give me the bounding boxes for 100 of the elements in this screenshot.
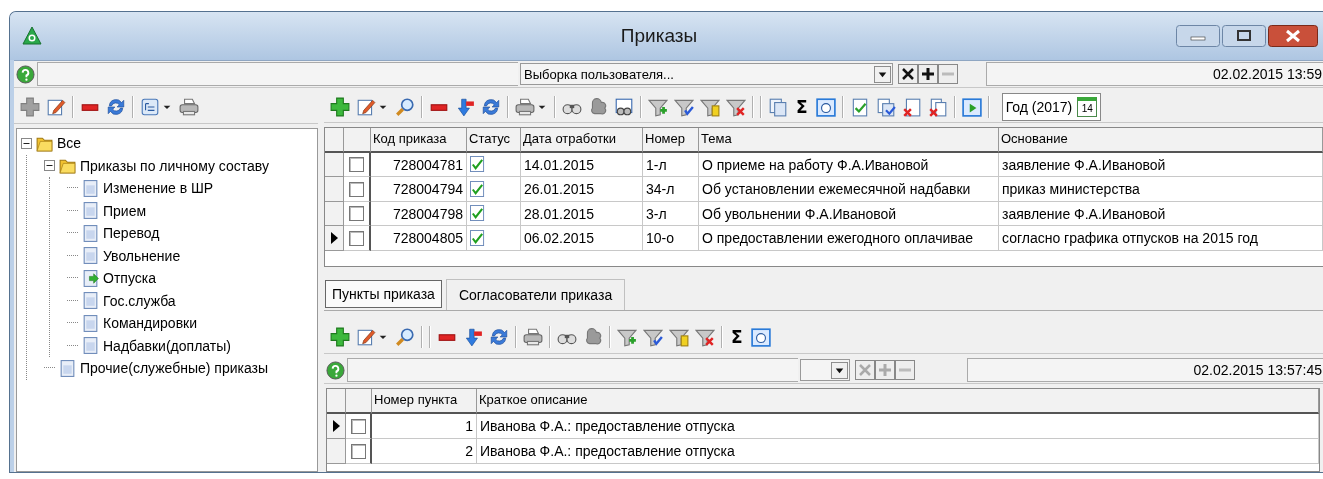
tree-item[interactable]: Приказы по личному составу: [80, 157, 269, 174]
funnel-plus-icon[interactable]: [617, 327, 637, 347]
checkbox[interactable]: [349, 181, 364, 197]
binoculars-icon[interactable]: [614, 96, 634, 117]
clear-icon[interactable]: [898, 64, 918, 84]
funnel-check-icon[interactable]: [643, 327, 663, 347]
column-header[interactable]: Дата отработки: [521, 128, 643, 153]
tree-item[interactable]: Перевод: [103, 225, 160, 242]
table-cell: заявление Ф.А.Ивановой: [999, 201, 1323, 227]
table-cell: согласно графика отпусков на 2015 год: [999, 226, 1323, 251]
expander-icon[interactable]: [44, 160, 55, 172]
column-header[interactable]: Статус: [467, 128, 521, 153]
column-header[interactable]: Тема: [699, 128, 999, 153]
dropdown-button[interactable]: [831, 361, 848, 379]
header-cell: [327, 389, 346, 414]
funnel-x-icon[interactable]: [695, 327, 715, 347]
expander-icon[interactable]: [21, 137, 32, 149]
help-icon[interactable]: [326, 360, 345, 380]
table-cell: 2: [372, 439, 477, 464]
window-title: Приказы: [619, 25, 699, 47]
tree-item[interactable]: Отпуска: [103, 270, 156, 287]
checkbox[interactable]: [350, 418, 366, 434]
filter-field[interactable]: [37, 62, 518, 86]
checkbox[interactable]: [350, 443, 366, 459]
tree-item[interactable]: Прием: [103, 202, 147, 219]
preview-icon[interactable]: [750, 327, 771, 347]
arrow-down-icon[interactable]: [463, 327, 483, 347]
selection-dropdown[interactable]: Выборка пользователя...: [520, 63, 893, 85]
document-icon: [81, 313, 100, 333]
table-cell: Об установлении ежемесячной надбавки: [699, 177, 999, 202]
documents-icon[interactable]: [768, 96, 788, 117]
document-icon: [81, 178, 100, 198]
plus-icon[interactable]: [918, 64, 938, 84]
column-header[interactable]: Номер пункта: [372, 389, 477, 414]
list-icon[interactable]: [140, 97, 160, 117]
document-x-icon[interactable]: [901, 96, 922, 117]
close-button[interactable]: [1268, 25, 1318, 47]
period-field[interactable]: Год (2017) 14: [1001, 92, 1102, 121]
search-icon[interactable]: [395, 327, 415, 347]
table-cell: 28.01.2015: [521, 201, 643, 227]
arrow-down-icon[interactable]: [455, 96, 475, 117]
document-icon: [81, 336, 100, 356]
refresh-icon[interactable]: [481, 96, 501, 117]
table-cell: 06.02.2015: [521, 226, 643, 251]
tab[interactable]: Пункты приказа: [325, 280, 442, 308]
row-indicator[interactable]: [327, 414, 346, 439]
sum-button[interactable]: Σ: [794, 96, 810, 117]
documents-icon[interactable]: [927, 96, 948, 117]
dropdown-button[interactable]: [874, 65, 891, 83]
timestamp-field: 02.02.2015 13:57:45: [967, 358, 1323, 382]
edit-icon[interactable]: [356, 327, 376, 347]
refresh-icon[interactable]: [489, 327, 509, 347]
help-icon[interactable]: [16, 64, 35, 84]
tree-item[interactable]: Гос.служба: [103, 292, 176, 309]
app-logo-icon: [22, 26, 42, 46]
checkbox[interactable]: [349, 206, 364, 222]
table-cell: Иванова Ф.А.: предоставление отпуска: [477, 414, 1319, 439]
column-header[interactable]: Номер: [643, 128, 699, 153]
refresh-icon[interactable]: [106, 97, 126, 117]
table-cell: 14.01.2015: [521, 152, 643, 178]
printer-icon[interactable]: [523, 327, 543, 347]
maximize-button[interactable]: [1222, 25, 1266, 47]
tree-item[interactable]: Командировки: [103, 315, 198, 332]
tree-item[interactable]: Прочие(служебные) приказы: [80, 360, 269, 377]
checkbox[interactable]: [349, 157, 364, 173]
row-pointer-icon: [330, 232, 338, 245]
preview-icon[interactable]: [815, 96, 836, 117]
tab[interactable]: Согласователи приказа: [445, 279, 626, 310]
document-icon: [81, 223, 100, 243]
funnel-icon[interactable]: [669, 327, 689, 347]
filter-field[interactable]: [347, 358, 798, 382]
row-indicator[interactable]: [325, 152, 344, 178]
row-indicator[interactable]: [325, 226, 344, 251]
header-cell: [325, 128, 344, 153]
tree-item[interactable]: Увольнение: [103, 247, 181, 264]
search-icon[interactable]: [395, 96, 415, 117]
play-icon[interactable]: [961, 96, 982, 117]
document-icon: [81, 201, 100, 221]
sum-button[interactable]: Σ: [729, 327, 745, 347]
table-cell: 728004798: [371, 201, 467, 227]
table-cell: 26.01.2015: [521, 177, 643, 202]
tree-item[interactable]: Изменение в ШР: [103, 180, 214, 197]
column-header[interactable]: Код приказа: [371, 128, 467, 153]
table-cell: 728004794: [371, 177, 467, 202]
minus-icon[interactable]: [895, 360, 915, 380]
tree-item[interactable]: Надбавки(доплаты): [103, 337, 231, 354]
printer-icon[interactable]: [179, 97, 199, 117]
documents-icon[interactable]: [875, 96, 896, 117]
column-header[interactable]: Основание: [999, 128, 1323, 153]
header-cell: [346, 389, 372, 414]
printer-icon[interactable]: [515, 96, 535, 117]
checkbox[interactable]: [349, 230, 364, 246]
table-cell: 728004805: [371, 226, 467, 251]
calendar-icon[interactable]: 14: [1077, 96, 1098, 117]
selection-text: Выборка пользователя...: [524, 66, 674, 82]
tree-item[interactable]: Все: [57, 135, 82, 152]
edit-icon[interactable]: [46, 97, 66, 117]
table-cell: 1: [372, 414, 477, 439]
document-icon: [81, 246, 100, 266]
column-header[interactable]: Краткое описание: [477, 389, 1319, 414]
